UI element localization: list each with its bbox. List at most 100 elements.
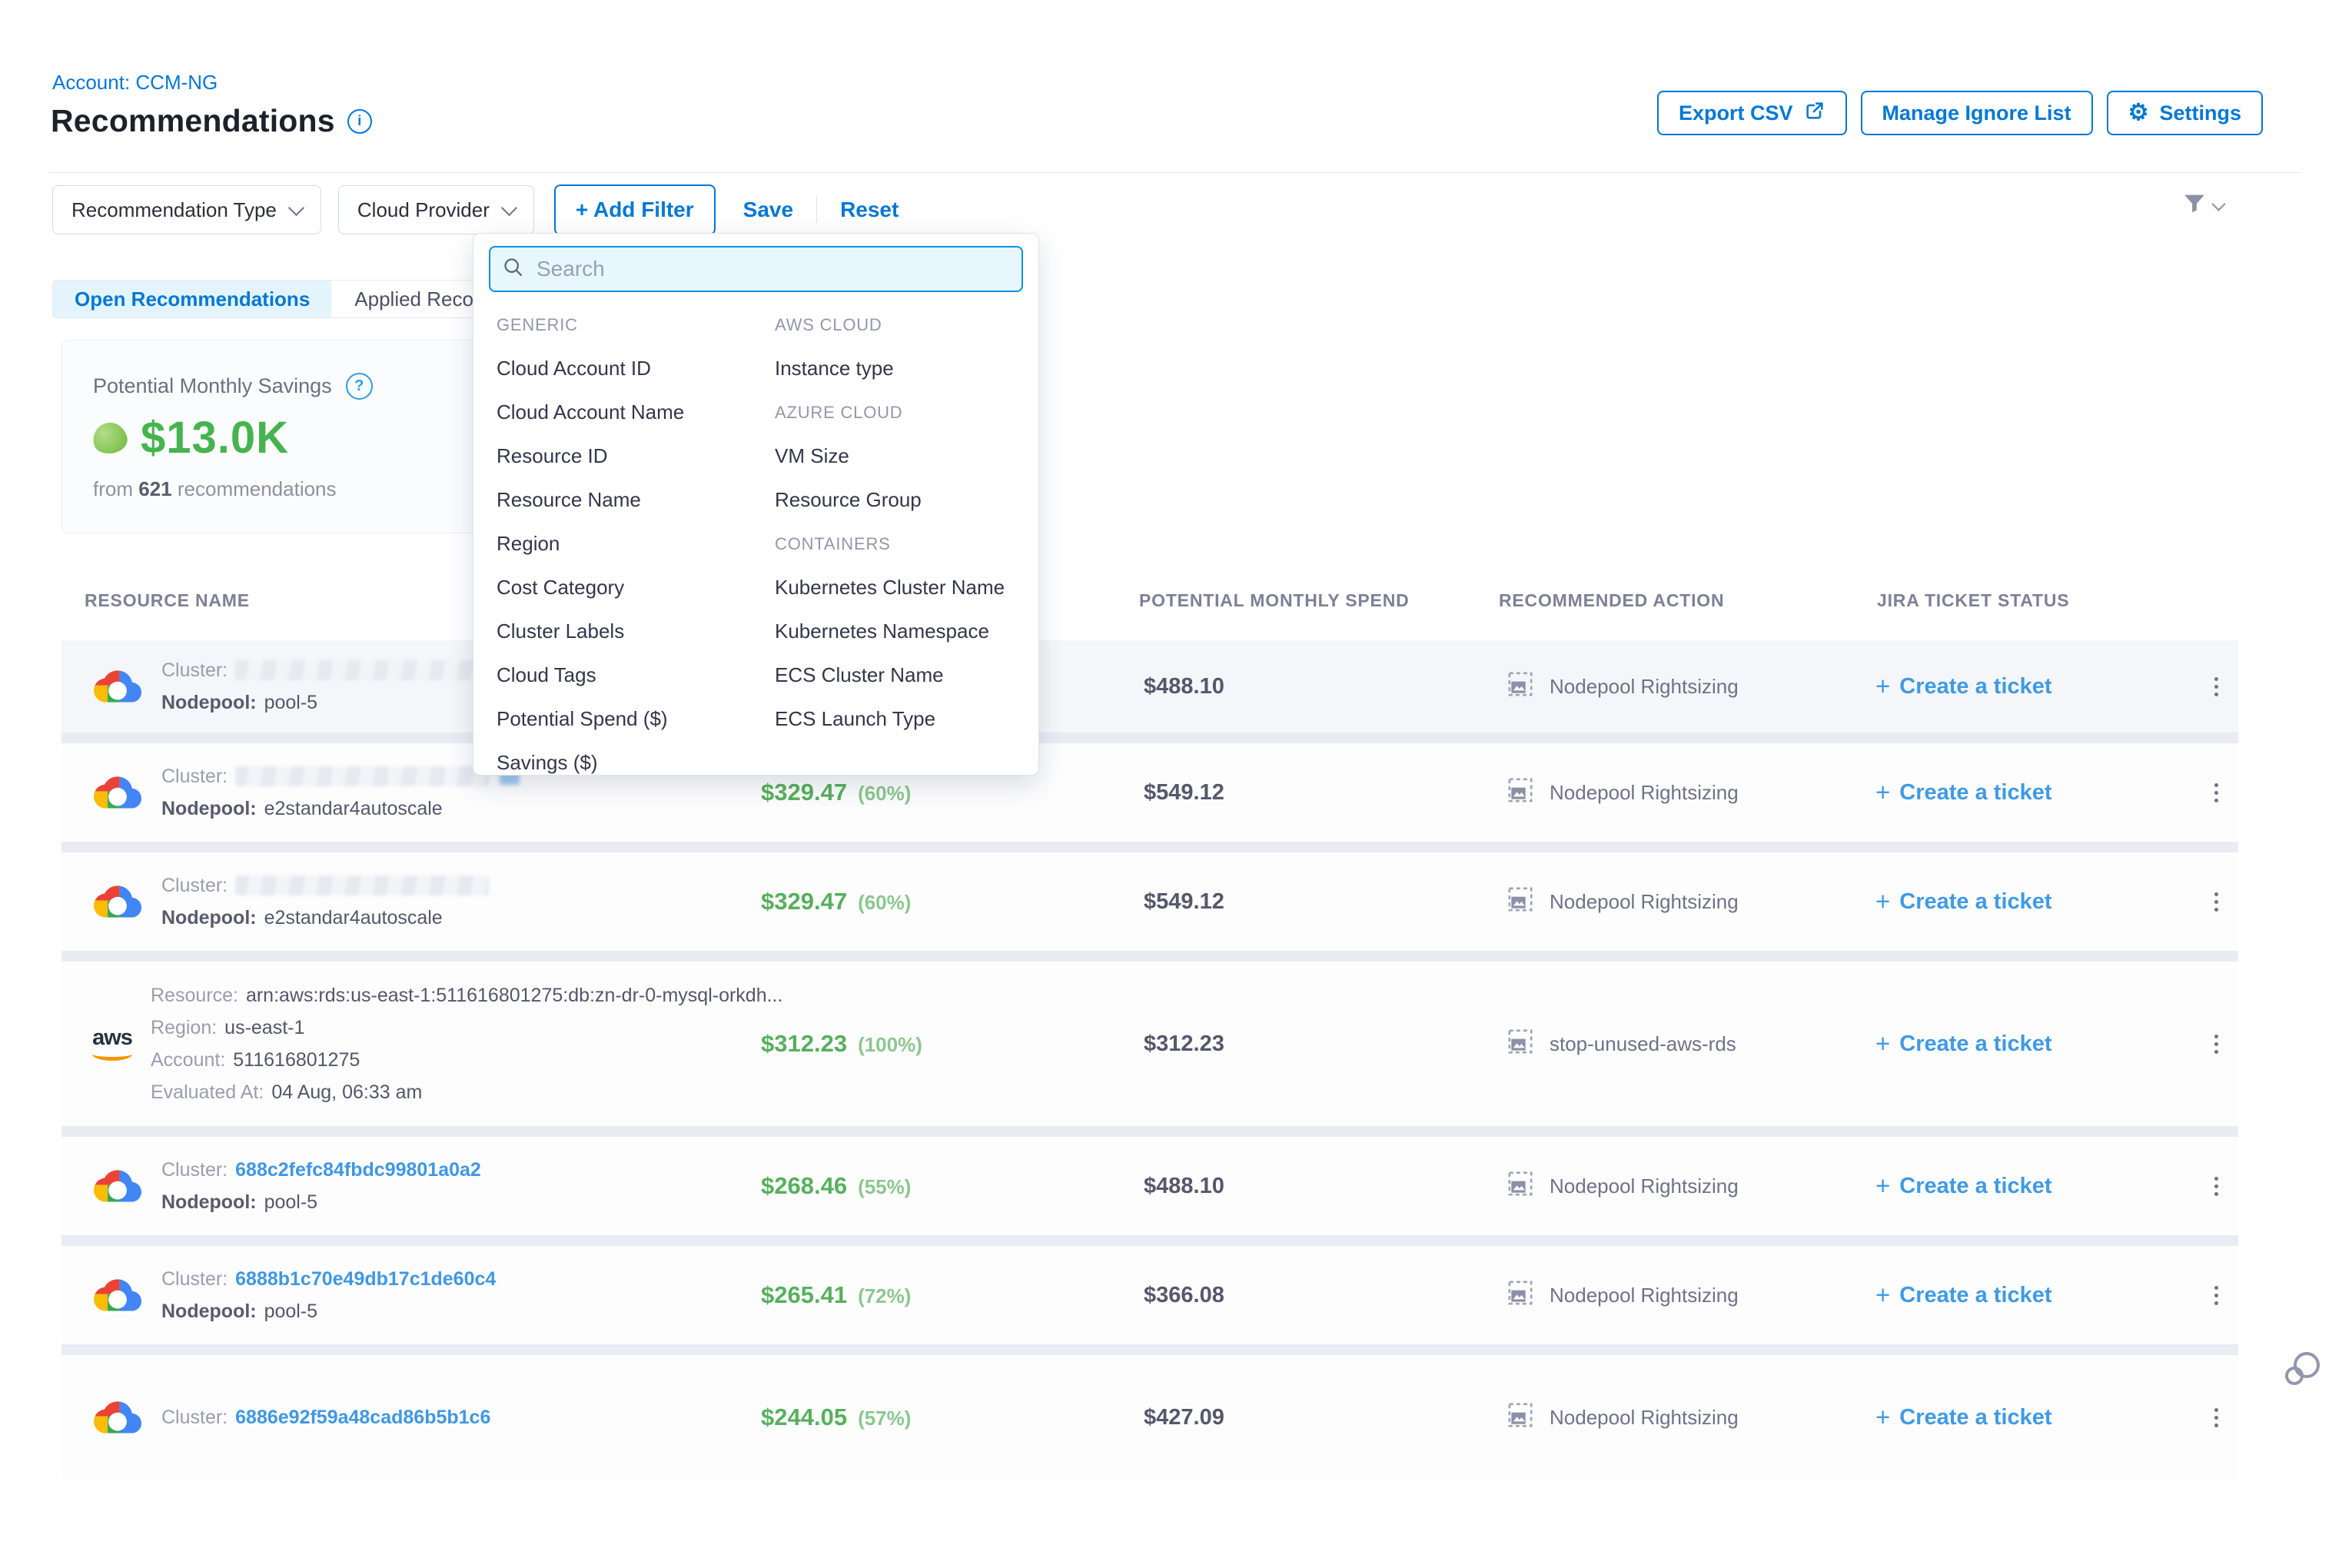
table-row[interactable]: Cluster:Nodepool:e2standar4autoscale$329…: [61, 852, 2238, 951]
resource-line-label: Region:: [151, 1017, 217, 1039]
resource-line-value: arn:aws:rds:us-east-1:511616801275:db:zn…: [246, 985, 783, 1007]
resource-line: Nodepool:e2standar4autoscale: [161, 907, 489, 929]
row-menu-button[interactable]: [2194, 1137, 2238, 1235]
table-row[interactable]: Cluster:Nodepool:e2standar4autoscale$329…: [61, 743, 2238, 842]
row-menu-button[interactable]: [2194, 743, 2238, 842]
create-ticket-label: Create a ticket: [1899, 780, 2051, 806]
plus-icon: [1875, 1174, 1890, 1198]
filter-option[interactable]: Region: [497, 522, 684, 566]
resource-line: Evaluated At:04 Aug, 06:33 am: [151, 1081, 782, 1104]
gcp-icon: [92, 1397, 143, 1437]
page-title: Recommendations: [51, 103, 335, 139]
filter-option[interactable]: Potential Spend ($): [497, 697, 684, 741]
account-breadcrumb-link[interactable]: Account: CCM-NG: [52, 71, 218, 95]
settings-label: Settings: [2159, 101, 2241, 125]
potential-monthly-spend-cell: $312.23: [1138, 1031, 1499, 1057]
info-icon[interactable]: [347, 109, 372, 134]
kebab-icon: [2214, 677, 2218, 681]
cluster-link[interactable]: 688c2fefc84fbdc99801a0a2: [235, 1159, 481, 1181]
dropdown-column-cloud: AWS CLOUDInstance typeAZURE CLOUDVM Size…: [775, 303, 1005, 741]
resource-line-label: Cluster:: [161, 766, 228, 788]
filter-option[interactable]: Kubernetes Cluster Name: [775, 566, 1005, 610]
export-csv-button[interactable]: Export CSV: [1657, 91, 1847, 135]
resource-line-value: 511616801275: [233, 1049, 360, 1071]
resource-line-label: Evaluated At:: [151, 1081, 264, 1104]
cloud-provider-label: Cloud Provider: [357, 198, 490, 222]
create-ticket-button[interactable]: Create a ticket: [1875, 1283, 2194, 1308]
filter-option[interactable]: Cloud Tags: [497, 653, 684, 697]
aws-logo-text: aws: [92, 1028, 132, 1048]
filter-option[interactable]: Cost Category: [497, 566, 684, 610]
cloud-provider-dropdown[interactable]: Cloud Provider: [338, 185, 534, 234]
column-header-resource-name: RESOURCE NAME: [85, 590, 250, 611]
row-menu-button[interactable]: [2194, 962, 2238, 1126]
recommendation-action-icon: [1505, 1168, 1536, 1204]
recommendation-type-label: Recommendation Type: [71, 198, 277, 222]
plus-icon: [1875, 1406, 1890, 1429]
resource-line-value: e2standar4autoscale: [264, 907, 443, 929]
support-icon[interactable]: [2283, 1350, 2323, 1390]
resource-line: Resource:arn:aws:rds:us-east-1:511616801…: [151, 985, 782, 1007]
savings-percent: (72%): [858, 1284, 911, 1308]
column-header-jira-ticket-status: JIRA TICKET STATUS: [1877, 590, 2069, 611]
resource-cell: Cluster:688c2fefc84fbdc99801a0a2Nodepool…: [61, 1159, 761, 1214]
reset-filter-button[interactable]: Reset: [840, 198, 899, 222]
divider: [816, 197, 817, 223]
resource-line: Region:us-east-1: [151, 1017, 782, 1039]
tab-open-recommendations[interactable]: Open Recommendations: [53, 281, 331, 317]
resource-line-label: Nodepool:: [161, 692, 257, 714]
filter-option[interactable]: Cloud Account Name: [497, 390, 684, 434]
add-filter-button[interactable]: + Add Filter: [554, 184, 716, 235]
cluster-link[interactable]: 6888b1c70e49db17c1de60c4: [235, 1268, 496, 1291]
create-ticket-button[interactable]: Create a ticket: [1875, 1405, 2194, 1430]
filter-option[interactable]: Kubernetes Namespace: [775, 610, 1005, 653]
resource-cell: awsResource:arn:aws:rds:us-east-1:511616…: [61, 985, 761, 1104]
save-filter-button[interactable]: Save: [743, 198, 793, 222]
resource-line-label: Nodepool:: [161, 1191, 257, 1214]
kebab-icon: [2214, 1035, 2218, 1038]
resource-line-value: pool-5: [264, 1191, 318, 1214]
question-icon[interactable]: [346, 373, 373, 400]
potential-monthly-spend-cell: $488.10: [1138, 674, 1499, 699]
recommendation-count: 621: [138, 477, 171, 500]
create-ticket-button[interactable]: Create a ticket: [1875, 780, 2194, 806]
filter-option[interactable]: VM Size: [775, 434, 1005, 478]
filter-option[interactable]: Resource Group: [775, 478, 1005, 522]
kebab-icon: [2214, 1286, 2218, 1290]
filter-option[interactable]: Cloud Account ID: [497, 347, 684, 390]
search-input[interactable]: [535, 256, 1009, 282]
create-ticket-button[interactable]: Create a ticket: [1875, 889, 2194, 915]
filter-panel-toggle[interactable]: [2181, 191, 2224, 221]
row-menu-button[interactable]: [2194, 640, 2238, 733]
filter-option[interactable]: Resource ID: [497, 434, 684, 478]
chevron-down-icon: [2211, 197, 2225, 211]
create-ticket-button[interactable]: Create a ticket: [1875, 674, 2194, 699]
row-menu-button[interactable]: [2194, 852, 2238, 951]
resource-cell: Cluster:6886e92f59a48cad86b5b1c6: [61, 1397, 761, 1437]
recommendation-action-icon: [1505, 884, 1536, 920]
table-row[interactable]: Cluster:688c2fefc84fbdc99801a0a2Nodepool…: [61, 1137, 2238, 1235]
filter-option[interactable]: ECS Launch Type: [775, 697, 1005, 741]
cluster-link[interactable]: 6886e92f59a48cad86b5b1c6: [235, 1407, 490, 1429]
filter-option[interactable]: ECS Cluster Name: [775, 653, 1005, 697]
monthly-savings-cell: $329.47(60%): [761, 779, 1138, 806]
filter-option[interactable]: Savings ($): [497, 741, 684, 785]
resource-cell: Cluster:Nodepool:e2standar4autoscale: [61, 875, 761, 929]
row-menu-button[interactable]: [2194, 1246, 2238, 1344]
table-row[interactable]: Cluster:6886e92f59a48cad86b5b1c6$244.05(…: [61, 1355, 2238, 1480]
settings-button[interactable]: ⚙ Settings: [2107, 91, 2263, 135]
create-ticket-button[interactable]: Create a ticket: [1875, 1174, 2194, 1199]
filter-option[interactable]: Cluster Labels: [497, 610, 684, 653]
manage-ignore-list-button[interactable]: Manage Ignore List: [1861, 91, 2093, 135]
resource-line-value: e2standar4autoscale: [264, 798, 443, 820]
resource-cell: Cluster:6888b1c70e49db17c1de60c4Nodepool…: [61, 1268, 761, 1323]
gcp-icon: [92, 772, 143, 812]
table-row[interactable]: Cluster:6888b1c70e49db17c1de60c4Nodepool…: [61, 1246, 2238, 1344]
table-row[interactable]: Cluster:Nodepool:pool-5$488.10Nodepool R…: [61, 640, 2238, 733]
create-ticket-button[interactable]: Create a ticket: [1875, 1031, 2194, 1057]
filter-option[interactable]: Instance type: [775, 347, 1005, 390]
row-menu-button[interactable]: [2194, 1355, 2238, 1480]
table-row[interactable]: aws Resource:arn:aws:rds:us-east-1:511616…: [61, 962, 2238, 1126]
recommendation-type-dropdown[interactable]: Recommendation Type: [52, 185, 321, 234]
filter-option[interactable]: Resource Name: [497, 478, 684, 522]
